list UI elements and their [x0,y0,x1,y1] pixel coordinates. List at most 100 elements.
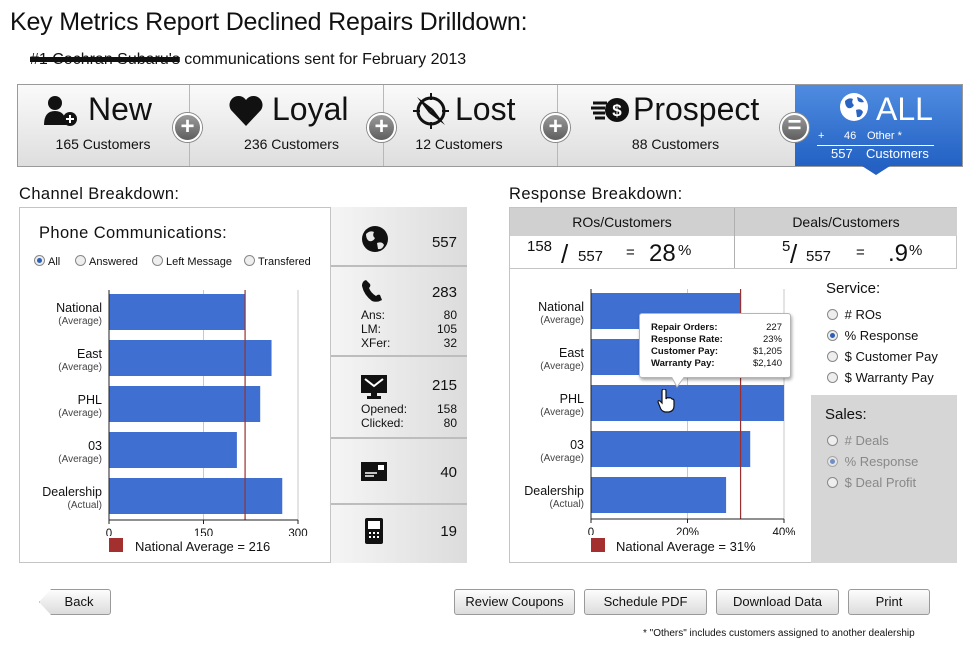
new-user-icon [44,96,77,126]
filter-left-message[interactable]: Left Message [152,255,232,268]
segment-prospect[interactable]: $ Prospect 88 Customers [558,85,796,166]
radio-icon [827,309,838,320]
plus-operator-button[interactable]: + [541,113,570,142]
radio-icon [827,456,838,467]
bar [109,386,261,422]
stat-label: LM: [361,322,382,336]
segment-loyal[interactable]: Loyal 236 Customers [190,85,382,166]
stat-sub-value: 80 [443,308,457,322]
plus-operator-button[interactable]: + [367,113,396,142]
back-button[interactable]: Back [39,589,111,615]
legend-label: National Average = 31% [616,539,756,554]
tick-label: 300 [288,528,307,536]
percent-sign: % [909,242,923,259]
service-option-warranty-pay[interactable]: $ Warranty Pay [827,370,934,385]
others-label: Other * [867,130,902,142]
stat-all-channels[interactable]: 557 [331,207,467,267]
option-label: $ Deal Profit [844,475,917,490]
category-label: East [77,347,103,361]
all-label: ALL [876,91,933,127]
review-coupons-button[interactable]: Review Coupons [454,589,575,615]
tooltip-label: Warranty Pay: [651,358,715,369]
stat-phone[interactable]: 283 Ans: 80 LM: 105 XFer: 32 [331,267,467,357]
sales-option-deals[interactable]: # Deals [827,433,889,448]
stat-label: Clicked: [361,416,404,430]
download-data-button[interactable]: Download Data [716,589,839,615]
stat-sms[interactable]: 19 [331,505,467,563]
col-header-ros: ROs/Customers [510,208,734,236]
tooltip-value: $2,140 [752,358,782,369]
bar [109,478,283,514]
stat-label: Ans: [361,308,386,322]
stat-value: 215 [431,377,457,394]
total-count: 557 [831,146,853,161]
category-sublabel: (Average) [58,408,102,419]
channel-heading: Channel Breakdown: [19,185,180,203]
filter-label: All [48,256,61,268]
category-sublabel: (Average) [58,362,102,373]
category-sublabel: (Actual) [550,499,584,510]
category-label: PHL [78,393,102,407]
ros-percent: 28 [649,240,676,267]
sales-option-deal-profit[interactable]: $ Deal Profit [827,475,916,490]
plus-operator-button[interactable]: + [173,113,202,142]
radio-icon [244,255,255,266]
stat-email[interactable]: 215 Opened: 158 Clicked: 80 [331,357,467,439]
channel-stats: 557 283 Ans: 80 LM: 105 XFer: 32 215 Ope… [331,207,467,563]
segment-new[interactable]: New 165 Customers [18,85,188,166]
bar [591,477,727,513]
equals-sign: = [856,244,865,261]
compass-icon [413,93,449,129]
service-option-response[interactable]: % Response [827,328,918,343]
response-heading: Response Breakdown: [509,185,683,203]
heart-icon [229,95,263,126]
others-count: 46 [844,130,857,142]
stat-mail[interactable]: 40 [331,439,467,505]
segment-count: 236 Customers [244,136,339,152]
bar [109,432,237,468]
category-label: National [538,300,584,314]
filter-transfered[interactable]: Transfered [244,255,311,268]
deals-percent: .9 [888,240,909,267]
radio-icon [75,255,86,266]
segment-count: 12 Customers [415,136,503,152]
category-sublabel: (Actual) [68,500,102,511]
segment-count: 88 Customers [631,136,720,152]
service-option-ros[interactable]: # ROs [827,307,881,322]
ros-denominator: 557 [578,248,604,265]
category-sublabel: (Average) [540,453,584,464]
equals-operator-button[interactable]: = [780,113,809,142]
print-button[interactable]: Print [848,589,930,615]
tick-label: 150 [194,528,213,536]
category-label: 03 [570,438,584,452]
schedule-pdf-button[interactable]: Schedule PDF [584,589,707,615]
fraction-slash: / [561,239,569,269]
stat-sub-value: 32 [443,336,457,350]
bar [591,385,784,421]
tooltip-value: $1,205 [752,346,782,357]
category-sublabel: (Average) [540,315,584,326]
segment-all[interactable]: ALL + 46 Other * 557 Customers [795,85,962,166]
option-label: $ Customer Pay [844,349,938,364]
radio-icon [34,255,45,266]
phone-icon [362,280,382,302]
phone-bar-chart: National(Average)East(Average)PHL(Averag… [42,290,308,536]
filter-all[interactable]: All [34,255,60,268]
segment-lost[interactable]: Lost 12 Customers [384,85,556,166]
panel-title: Phone Communications: [39,224,228,242]
service-heading: Service: [826,280,881,297]
percent-sign: % [678,242,692,259]
option-label: $ Warranty Pay [844,370,934,385]
response-summary: ROs/Customers Deals/Customers 158 / 557 … [509,207,957,269]
segment-count: 165 Customers [55,136,151,152]
category-label: East [559,346,585,360]
option-label: # ROs [844,307,882,322]
filter-answered[interactable]: Answered [75,255,138,268]
phone-chart-panel: Phone Communications: All Answered Left … [19,207,331,563]
page-title: Key Metrics Report Declined Repairs Dril… [10,8,528,36]
deals-denominator: 557 [806,248,832,265]
sales-option-response[interactable]: % Response [827,454,918,469]
tooltip-label: Response Rate: [651,334,723,345]
ros-numerator: 158 [527,238,553,255]
service-option-customer-pay[interactable]: $ Customer Pay [827,349,938,364]
